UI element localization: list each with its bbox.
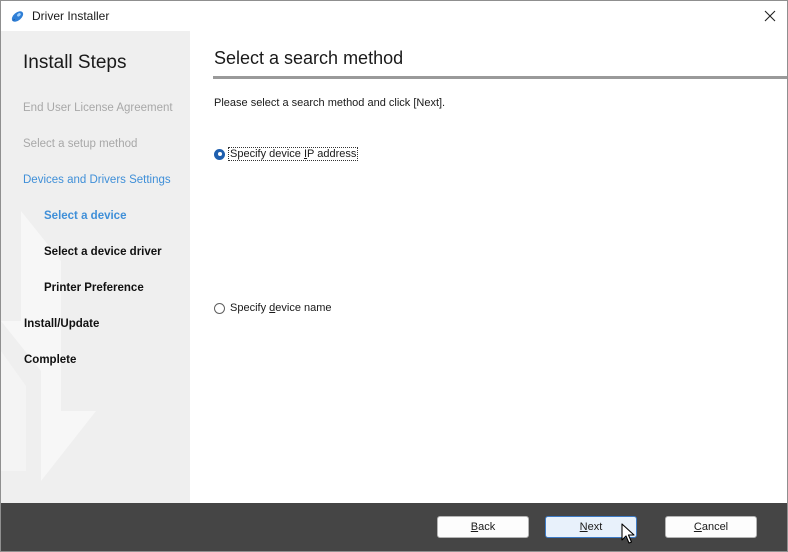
page-title: Select a search method [214,48,404,68]
sidebar-title: Install Steps [23,52,127,73]
step-devices-drivers: Devices and Drivers Settings [23,174,171,186]
step-printer-preference: Printer Preference [44,282,144,294]
radio-ip-address[interactable] [214,148,225,160]
window-title: Driver Installer [32,9,110,23]
option-ip-address[interactable]: Specify device IP address [214,147,359,161]
step-select-device: Select a device [44,210,127,222]
main-panel: Select a search method Please select a s… [190,31,787,503]
rocket-icon [11,11,24,22]
back-button[interactable]: Back [437,516,529,538]
mouse-cursor-icon [621,523,635,544]
step-complete: Complete [24,354,77,366]
radio-device-name[interactable] [214,302,225,314]
close-button[interactable] [753,1,787,31]
step-select-driver: Select a device driver [44,246,162,258]
step-eula: End User License Agreement [23,102,173,114]
arrow-watermark-icon [1,211,96,481]
step-setup-method: Select a setup method [23,138,138,150]
installer-window: Driver Installer Install Steps End User … [0,0,788,552]
title-divider [213,76,787,79]
instruction-text: Please select a search method and click … [214,97,446,109]
option-device-name-label[interactable]: Specify device name [229,302,333,314]
step-install-update: Install/Update [24,318,100,330]
close-icon [764,10,776,22]
option-device-name[interactable]: Specify device name [214,302,333,314]
option-ip-address-label[interactable]: Specify device IP address [227,147,359,161]
button-bar: Back Next Cancel [1,503,787,551]
title-bar: Driver Installer [1,1,787,31]
steps-sidebar: Install Steps End User License Agreement… [1,31,190,503]
cancel-button[interactable]: Cancel [665,516,757,538]
